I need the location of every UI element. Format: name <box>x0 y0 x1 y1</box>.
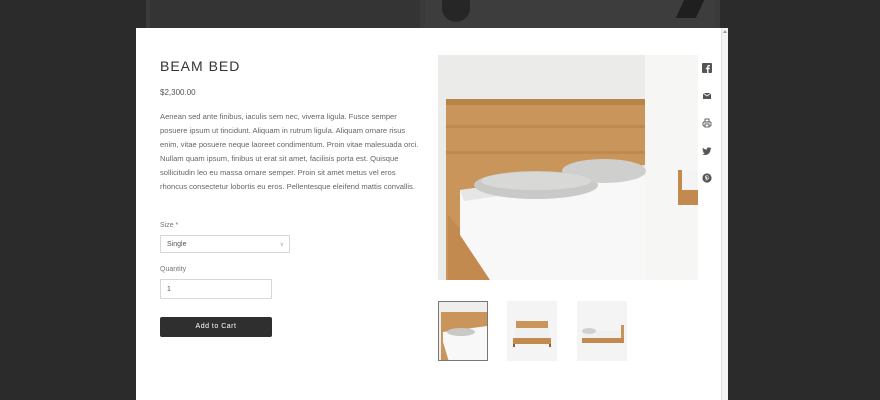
thumbnail-bed-side[interactable] <box>577 301 627 361</box>
facebook-icon[interactable] <box>702 63 714 75</box>
modal-scrollbar[interactable] <box>721 28 728 400</box>
main-product-image[interactable] <box>438 55 698 280</box>
twitter-icon[interactable] <box>702 146 714 158</box>
product-price: $2,300.00 <box>160 88 196 97</box>
thumbnail-bed-front[interactable] <box>507 301 557 361</box>
product-title: BEAM BED <box>160 58 241 74</box>
product-description: Aenean sed ante finibus, iaculis sem nec… <box>160 112 419 191</box>
pinterest-icon[interactable] <box>702 173 714 185</box>
quantity-input[interactable]: 1 <box>160 279 272 299</box>
chevron-down-icon: ∨ <box>279 242 284 248</box>
quantity-label: Quantity <box>160 266 187 273</box>
email-icon[interactable] <box>702 91 714 103</box>
size-select-value: Single <box>167 241 187 248</box>
scroll-up-arrow[interactable] <box>723 30 727 33</box>
thumbnail-bed-corner[interactable] <box>438 301 488 361</box>
size-label: Size * <box>160 222 179 229</box>
quick-view-modal: BEAM BED $2,300.00 Aenean sed ante finib… <box>136 28 728 400</box>
print-icon[interactable] <box>702 118 714 130</box>
size-select[interactable]: Single ∨ <box>160 235 290 253</box>
add-to-cart-button[interactable]: Add to Cart <box>160 317 272 337</box>
background-image-left <box>150 0 420 28</box>
